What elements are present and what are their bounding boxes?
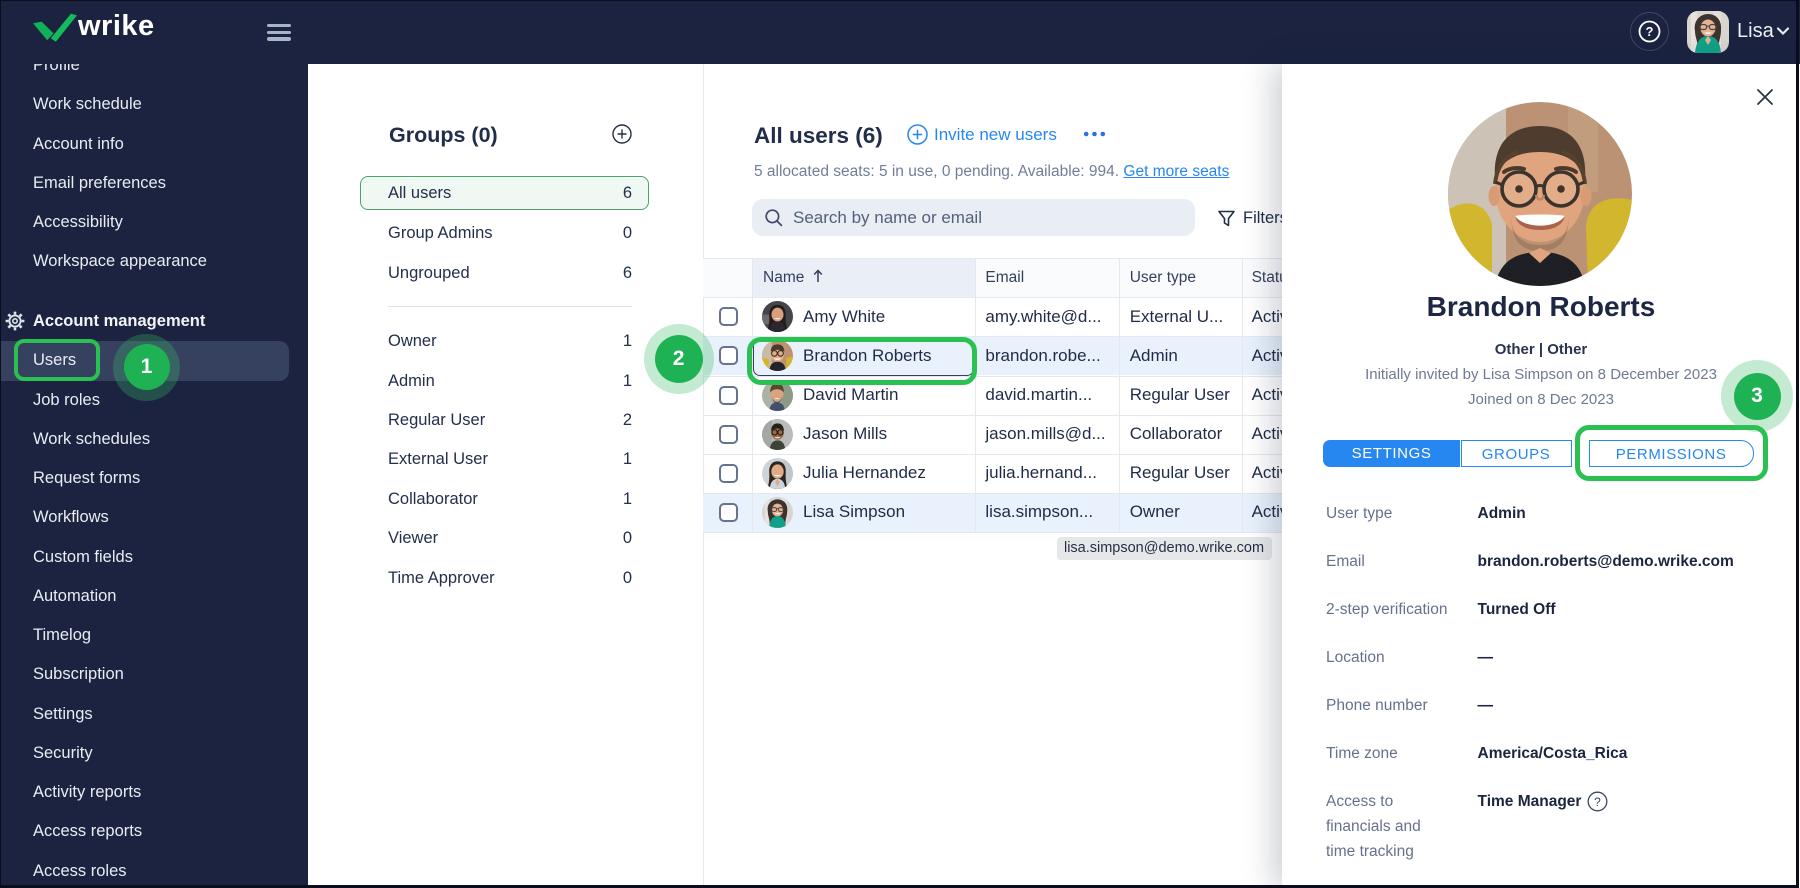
svg-text:?: ? [1646,24,1654,39]
svg-text:?: ? [1594,795,1601,809]
